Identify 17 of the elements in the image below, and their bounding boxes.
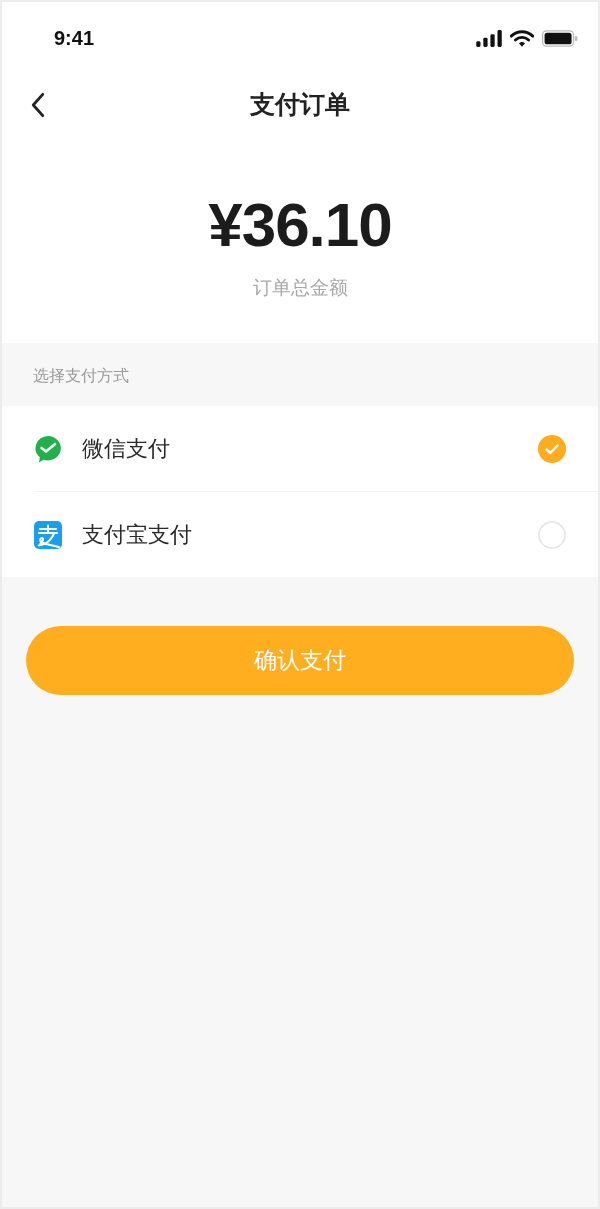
payment-option[interactable]: 支付宝支付 [2,492,598,577]
status-time: 9:41 [54,26,95,50]
battery-icon [542,29,578,47]
chat-bubble-check-icon [34,434,62,463]
chevron-left-icon [30,92,46,118]
signal-icon [476,29,502,47]
order-amount: ¥36.10 [208,190,392,260]
page-title: 支付订单 [250,88,350,120]
radio-empty-icon[interactable] [538,520,566,549]
app-tile-icon [34,520,62,549]
wifi-icon [510,29,534,47]
payment-option-label: 微信支付 [82,434,171,463]
section-heading: 选择支付方式 [33,366,129,386]
radio-checked-icon[interactable] [538,434,566,463]
payment-option-label: 支付宝支付 [82,520,193,549]
amount-label: 订单总金额 [252,276,348,300]
payment-option[interactable]: 微信支付 [2,406,598,491]
